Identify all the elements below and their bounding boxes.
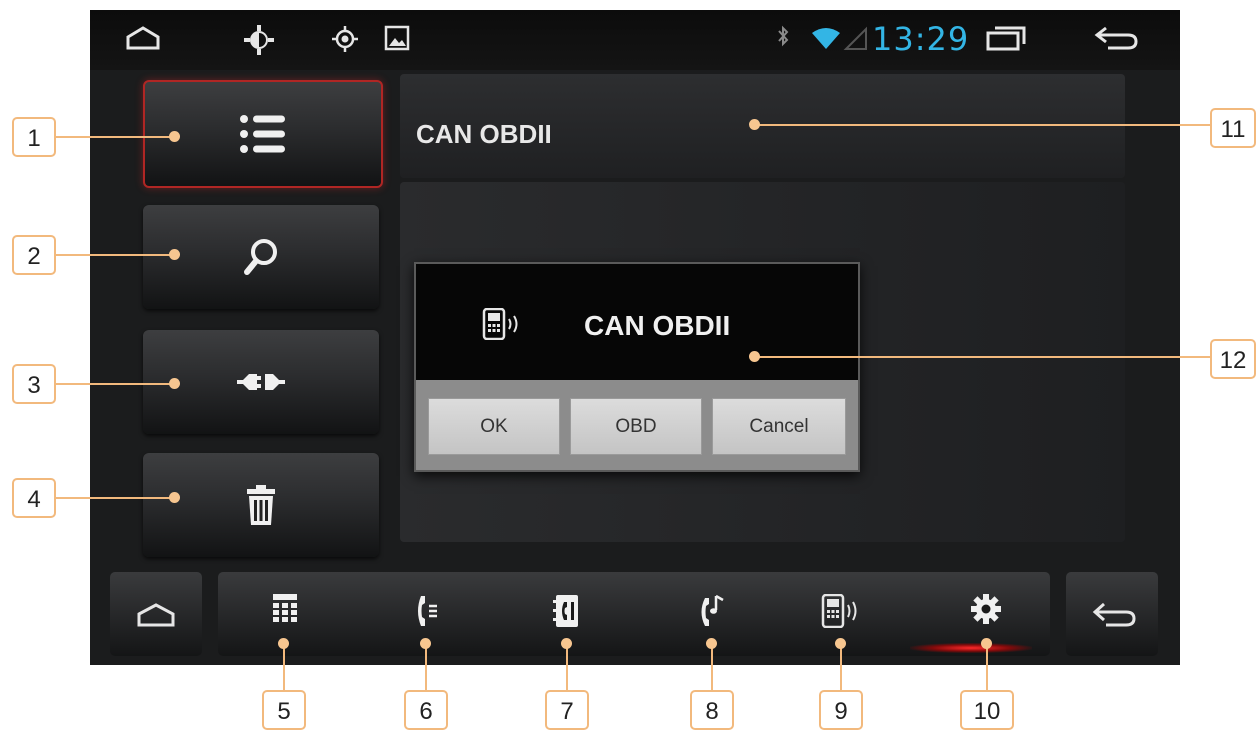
device-dialog: CAN OBDII OK OBD Cancel [414, 262, 860, 472]
callout-12: 12 [1210, 339, 1256, 379]
call-log-icon [418, 596, 437, 626]
head-unit-screen: 13:29 CAN OBDII CAN OBDII OK OBD Cancel [90, 10, 1180, 665]
phone-dock [218, 572, 1050, 656]
callout-6: 6 [404, 690, 448, 730]
callout-8: 8 [690, 690, 734, 730]
recent-apps-icon[interactable] [986, 25, 1026, 55]
gps-icon [331, 25, 363, 55]
callout-line [986, 643, 988, 691]
callout-line [566, 643, 568, 691]
wifi-icon [810, 25, 870, 55]
status-bar: 13:29 [90, 10, 1180, 70]
contacts-icon [553, 595, 578, 627]
bottom-bar [90, 570, 1180, 665]
callout-dot [706, 638, 717, 649]
callout-dot [835, 638, 846, 649]
dock-item-dialpad[interactable] [262, 594, 308, 638]
callout-dot [749, 119, 760, 130]
dock-item-settings[interactable] [963, 594, 1009, 638]
dialog-header: CAN OBDII [416, 264, 858, 380]
callout-line [56, 383, 174, 385]
settings-gear-icon [971, 594, 1001, 624]
callout-1: 1 [12, 117, 56, 157]
dock-item-contacts[interactable] [544, 594, 590, 638]
callout-line [759, 356, 1211, 358]
callout-10: 10 [960, 690, 1014, 730]
home-outline-icon [137, 603, 175, 627]
active-indicator [910, 643, 1032, 653]
dialpad-icon [273, 594, 297, 622]
brightness-icon[interactable] [244, 25, 276, 55]
callout-dot [420, 638, 431, 649]
callout-line [425, 643, 427, 691]
callout-5: 5 [262, 690, 306, 730]
bluetooth-device-icon [821, 594, 857, 628]
callout-dot [981, 638, 992, 649]
dock-item-music-call[interactable] [690, 594, 736, 638]
callout-dot [169, 492, 180, 503]
search-icon [244, 239, 277, 275]
dialog-title: CAN OBDII [584, 310, 731, 341]
gallery-icon [384, 25, 416, 55]
sidebar-item-delete[interactable] [143, 453, 379, 557]
callout-dot [169, 249, 180, 260]
list-icon [240, 115, 285, 153]
callout-4: 4 [12, 478, 56, 518]
callout-7: 7 [545, 690, 589, 730]
status-time: 13:29 [872, 20, 970, 58]
bluetooth-phone-icon [482, 308, 518, 340]
dock-item-bluetooth-device[interactable] [818, 594, 864, 638]
callout-2: 2 [12, 235, 56, 275]
back-arrow-icon[interactable] [1094, 25, 1138, 55]
callout-line [759, 124, 1211, 126]
callout-line [283, 643, 285, 691]
callout-line [56, 254, 174, 256]
back-arrow-icon [1092, 602, 1136, 627]
callout-dot [169, 378, 180, 389]
page-title: CAN OBDII [416, 119, 552, 149]
cancel-button[interactable]: Cancel [712, 398, 846, 455]
callout-line [711, 643, 713, 691]
obd-button[interactable]: OBD [570, 398, 702, 455]
bottom-home-button[interactable] [110, 572, 202, 656]
ok-button[interactable]: OK [428, 398, 560, 455]
bottom-back-button[interactable] [1066, 572, 1158, 656]
callout-line [840, 643, 842, 691]
connect-plug-icon [237, 374, 285, 390]
callout-line [56, 136, 174, 138]
callout-dot [169, 131, 180, 142]
callout-dot [749, 351, 760, 362]
dock-item-call-log[interactable] [404, 594, 450, 638]
home-outline-icon[interactable] [126, 25, 160, 55]
music-call-icon [701, 594, 724, 626]
callout-line [56, 497, 174, 499]
title-bar: CAN OBDII [400, 74, 1125, 178]
callout-9: 9 [819, 690, 863, 730]
callout-dot [278, 638, 289, 649]
callout-11: 11 [1210, 108, 1256, 148]
bluetooth-icon [776, 25, 792, 55]
trash-icon [247, 485, 275, 525]
callout-3: 3 [12, 364, 56, 404]
callout-dot [561, 638, 572, 649]
